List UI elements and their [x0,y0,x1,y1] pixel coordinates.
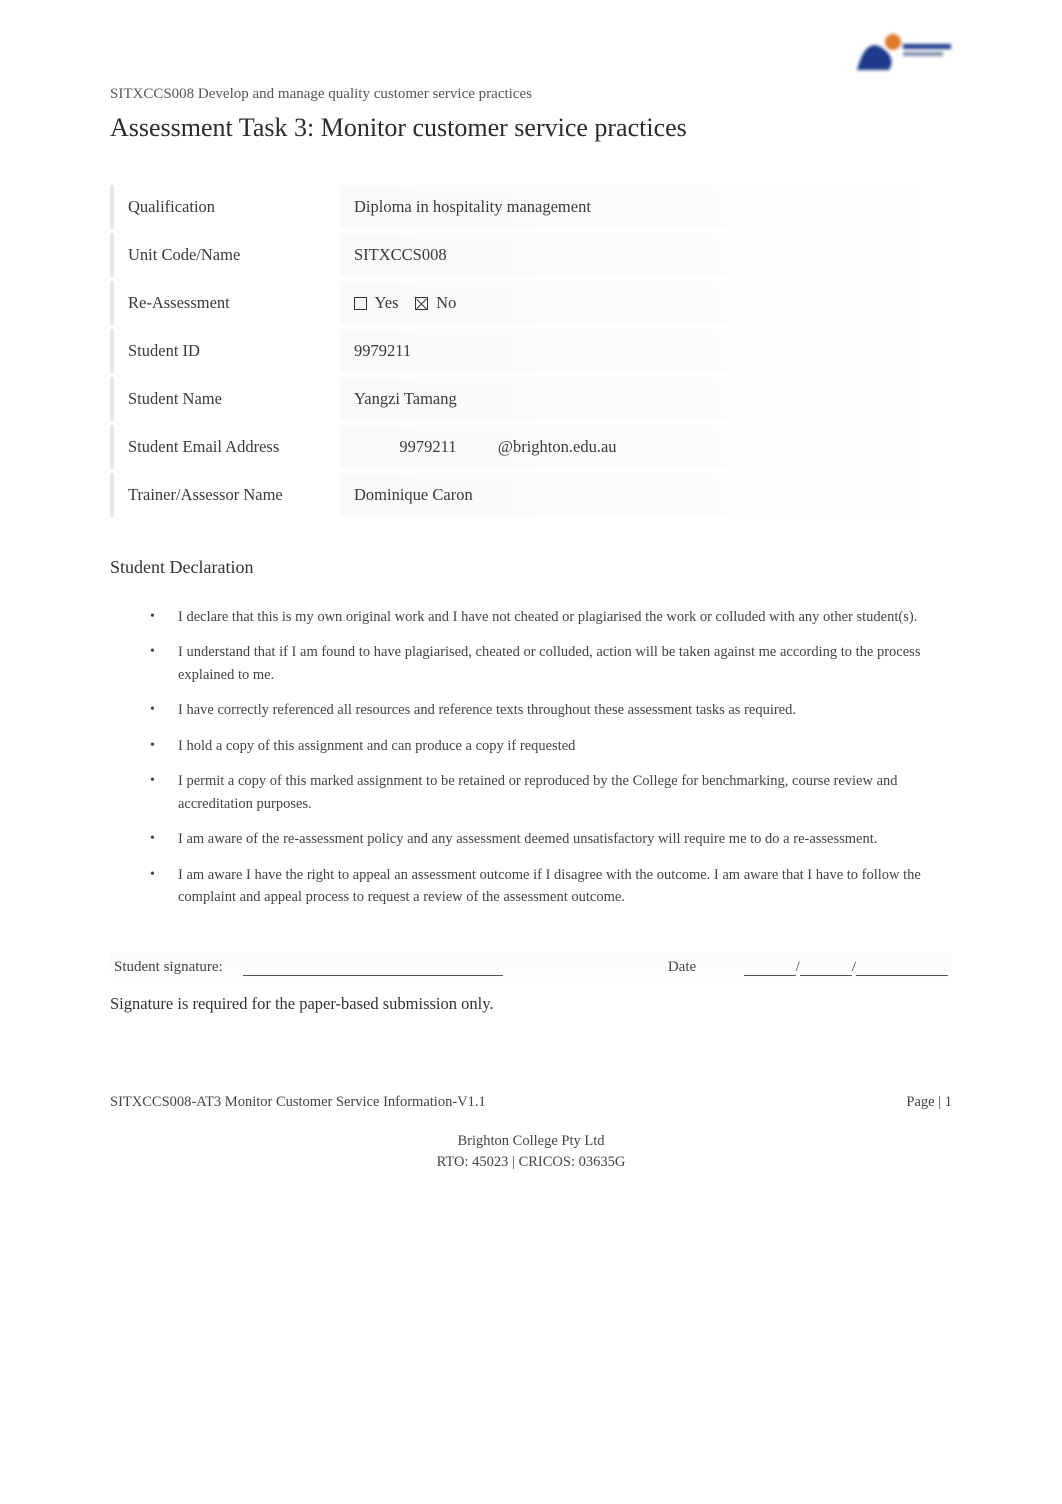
org-codes: RTO: 45023 | CRICOS: 03635G [110,1152,952,1174]
declaration-item: I declare that this is my own original w… [150,606,952,628]
label-reassessment: Re-Assessment [110,281,340,325]
value-email: 9979211 @brighton.edu.au [340,425,952,469]
signature-line[interactable] [243,959,503,976]
value-trainer: Dominique Caron [340,473,952,517]
brand-logo [837,22,957,85]
doc-id: SITXCCS008-AT3 Monitor Customer Service … [110,1094,486,1111]
date-year[interactable] [856,959,948,976]
value-reassessment: Yes No [340,281,952,325]
row-reassessment: Re-Assessment Yes No [110,281,952,325]
label-email: Student Email Address [110,425,340,469]
declaration-heading: Student Declaration [110,557,952,578]
row-unitcodename: Unit Code/Name SITXCCS008 [110,233,952,277]
signature-row: Student signature: Date // [110,953,952,982]
row-studentname: Student Name Yangzi Tamang [110,377,952,421]
email-id: 9979211 [399,437,456,456]
label-unitcodename: Unit Code/Name [110,233,340,277]
value-unitcodename: SITXCCS008 [340,233,952,277]
checkbox-yes-icon [354,297,367,310]
row-qualification: Qualification Diploma in hospitality man… [110,185,952,229]
email-domain: @brighton.edu.au [498,437,617,456]
course-code-line: SITXCCS008 Develop and manage quality cu… [110,50,532,103]
declaration-item: I permit a copy of this marked assignmen… [150,770,952,815]
declaration-item: I have correctly referenced all resource… [150,699,952,721]
signature-label: Student signature: [114,959,223,976]
date-label: Date [668,959,696,976]
document-footer: SITXCCS008-AT3 Monitor Customer Service … [110,1094,952,1111]
declaration-item: I hold a copy of this assignment and can… [150,735,952,757]
row-studentid: Student ID 9979211 [110,329,952,373]
org-footer: Brighton College Pty Ltd RTO: 45023 | CR… [110,1131,952,1175]
declaration-item: I understand that if I am found to have … [150,641,952,686]
declaration-item: I am aware I have the right to appeal an… [150,864,952,909]
label-qualification: Qualification [110,185,340,229]
date-day[interactable] [744,959,796,976]
org-name: Brighton College Pty Ltd [110,1131,952,1153]
page-title: Assessment Task 3: Monitor customer serv… [110,113,952,143]
checkbox-no-icon [415,297,428,310]
label-trainer: Trainer/Assessor Name [110,473,340,517]
date-field[interactable]: // [744,959,948,976]
reassess-yes-label: Yes [375,293,399,312]
value-studentname: Yangzi Tamang [340,377,952,421]
row-trainer: Trainer/Assessor Name Dominique Caron [110,473,952,517]
info-table: Qualification Diploma in hospitality man… [110,181,952,521]
reassess-no-label: No [436,293,456,312]
date-month[interactable] [800,959,852,976]
label-studentname: Student Name [110,377,340,421]
value-studentid: 9979211 [340,329,952,373]
row-email: Student Email Address 9979211 @brighton.… [110,425,952,469]
declaration-item: I am aware of the re-assessment policy a… [150,828,952,850]
declaration-list: I declare that this is my own original w… [110,606,952,909]
page-number: Page | 1 [906,1094,952,1111]
value-qualification: Diploma in hospitality management [340,185,952,229]
label-studentid: Student ID [110,329,340,373]
signature-note: Signature is required for the paper-base… [110,994,952,1014]
